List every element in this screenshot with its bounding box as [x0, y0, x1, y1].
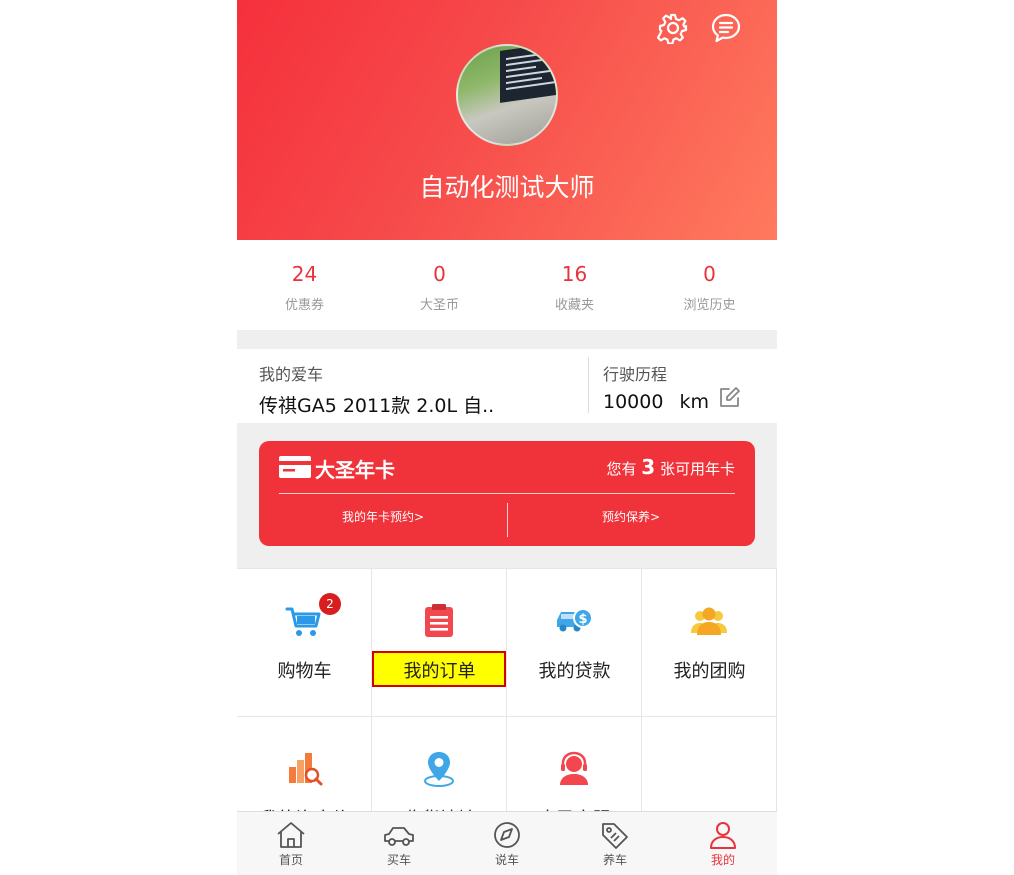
mileage-label: 行驶历程 [603, 365, 668, 384]
card-icon [279, 456, 311, 478]
grid-item-my-loans[interactable]: $ 我的贷款 [507, 569, 642, 717]
grid-item-label: 我的贷款 [538, 661, 611, 682]
bottom-tab-bar: 首页 买车 说车 养车 我的 [237, 811, 777, 875]
username: 自动化测试大师 [419, 173, 595, 202]
stat-value: 0 [703, 262, 716, 286]
my-car-value: 传祺GA5 2011款 2.0L 自.. [259, 395, 495, 417]
available-count: 3 [641, 455, 656, 479]
stats-bar: 24 优惠券 0 大圣币 16 收藏夹 0 浏览历史 [237, 240, 777, 330]
person-icon [710, 822, 736, 849]
tab-label: 说车 [494, 853, 519, 867]
function-grid: 2 购物车 我的订单 $ 我的贷款 我的团购 [237, 568, 777, 865]
profile-header: 自动化测试大师 [237, 0, 777, 240]
year-card-available: 您有 3 张可用年卡 [606, 455, 735, 479]
stat-favorites[interactable]: 16 收藏夹 [507, 240, 642, 330]
clipboard-icon [425, 604, 453, 637]
stat-value: 0 [433, 262, 446, 286]
tab-mine[interactable]: 我的 [669, 812, 777, 875]
edit-icon[interactable] [717, 386, 741, 410]
mileage-unit: km [679, 391, 710, 413]
home-icon [277, 822, 305, 848]
grid-item-label: 我的团购 [673, 661, 746, 682]
grid-item-shopping-cart[interactable]: 2 购物车 [237, 569, 372, 717]
divider [279, 493, 735, 494]
grid-item-my-orders[interactable]: 我的订单 [372, 569, 507, 717]
tab-label: 首页 [278, 853, 303, 867]
cart-count-badge: 2 [319, 593, 341, 615]
chat-bubble-icon[interactable] [710, 12, 742, 44]
tag-icon [602, 823, 628, 849]
avatar-photo-screen [500, 46, 556, 103]
tab-label: 我的 [710, 853, 735, 867]
car-loan-icon: $ [557, 608, 593, 632]
grid-item-label: 我的订单 [403, 661, 476, 682]
gear-icon[interactable] [657, 12, 689, 44]
stat-value: 24 [291, 262, 318, 286]
chart-search-icon [289, 753, 323, 786]
grid-item-label: 购物车 [277, 661, 332, 682]
tab-maintain-car[interactable]: 养车 [561, 812, 669, 875]
tab-label: 养车 [602, 853, 627, 867]
stat-label: 大圣币 [419, 298, 459, 313]
stat-coupons[interactable]: 24 优惠券 [237, 240, 372, 330]
stat-label: 收藏夹 [554, 298, 594, 313]
tab-label: 买车 [386, 853, 411, 867]
stat-history[interactable]: 0 浏览历史 [642, 240, 777, 330]
divider [588, 357, 589, 413]
stat-coins[interactable]: 0 大圣币 [372, 240, 507, 330]
stat-label: 浏览历史 [683, 298, 736, 313]
car-icon [384, 827, 414, 846]
location-pin-icon [424, 752, 454, 787]
tab-home[interactable]: 首页 [237, 812, 345, 875]
compass-icon [494, 822, 520, 848]
stat-value: 16 [561, 262, 588, 286]
svg-text:$: $ [578, 612, 587, 627]
tab-buy-car[interactable]: 买车 [345, 812, 453, 875]
mileage-number: 10000 [603, 391, 664, 413]
my-car-panel: 我的爱车 传祺GA5 2011款 2.0L 自.. 行驶历程 10000 km [237, 349, 777, 423]
year-card-title: 大圣年卡 [315, 458, 395, 482]
grid-item-my-group-buy[interactable]: 我的团购 [642, 569, 777, 717]
my-year-card-reservation-link[interactable]: 我的年卡预约> [259, 508, 507, 525]
year-card-panel: 大圣年卡 您有 3 张可用年卡 我的年卡预约> 预约保养> [259, 441, 755, 546]
tab-talk-car[interactable]: 说车 [453, 812, 561, 875]
group-icon [691, 607, 727, 635]
reserve-maintenance-link[interactable]: 预约保养> [507, 508, 755, 525]
stat-label: 优惠券 [284, 298, 324, 313]
available-suffix: 张可用年卡 [659, 460, 735, 478]
avatar[interactable] [456, 44, 558, 146]
available-prefix: 您有 [606, 460, 637, 478]
my-car[interactable]: 我的爱车 传祺GA5 2011款 2.0L 自.. [259, 361, 589, 418]
my-car-label: 我的爱车 [259, 365, 324, 384]
app-screen: 自动化测试大师 24 优惠券 0 大圣币 16 收藏夹 0 浏览历史 我的爱车 … [237, 0, 777, 875]
customer-service-icon [560, 751, 588, 785]
shopping-cart-icon [285, 607, 321, 636]
